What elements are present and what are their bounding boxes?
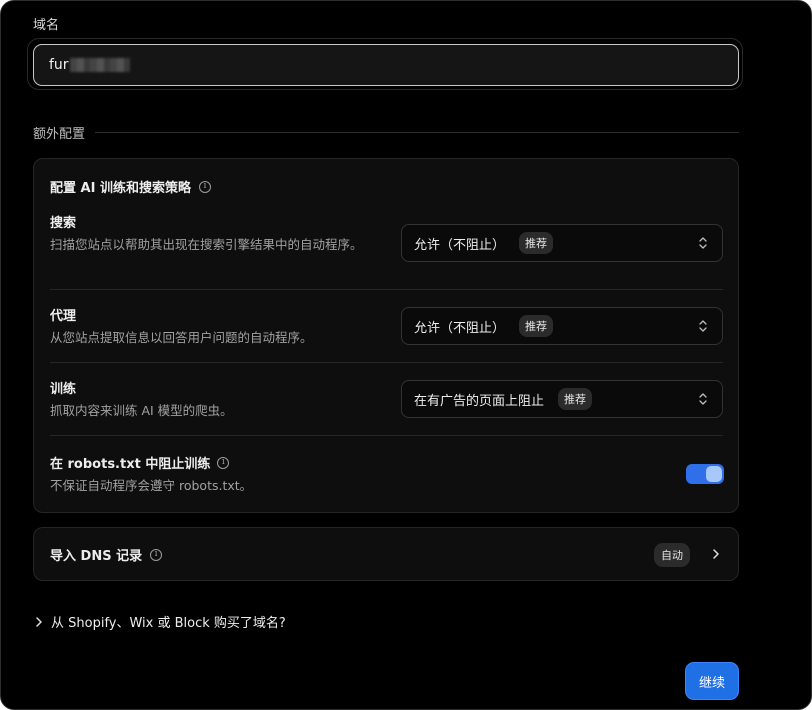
robots-row-desc: 不保证自动程序会遵守 robots.txt。	[50, 478, 253, 493]
extra-config-title: 额外配置	[33, 127, 86, 142]
robots-block-toggle[interactable]	[686, 464, 724, 484]
domain-input-value: fur	[49, 57, 69, 73]
search-policy-select[interactable]: 允许（不阻止） 推荐	[401, 224, 723, 262]
select-value: 允许（不阻止）	[414, 237, 506, 253]
auto-badge: 自动	[654, 543, 690, 567]
chevron-up-down-icon	[699, 320, 707, 332]
row-divider	[50, 289, 723, 290]
recommended-badge: 推荐	[519, 315, 554, 337]
domain-label: 域名	[33, 18, 60, 33]
info-icon[interactable]: i	[217, 456, 230, 469]
row-divider	[50, 362, 723, 363]
select-value: 允许（不阻止）	[414, 320, 506, 336]
import-dns-text: 导入 DNS 记录	[50, 549, 143, 564]
recommended-badge: 推荐	[519, 232, 554, 254]
recommended-badge: 推荐	[558, 388, 593, 410]
chevron-up-down-icon	[699, 393, 707, 405]
shopify-link-text: 从 Shopify、Wix 或 Block 购买了域名?	[51, 616, 286, 631]
ai-policy-title-text: 配置 AI 训练和搜索策略	[50, 181, 191, 196]
section-divider	[95, 132, 739, 133]
info-icon[interactable]: i	[150, 548, 163, 561]
shopify-disclosure[interactable]: 从 Shopify、Wix 或 Block 购买了域名?	[35, 612, 286, 631]
chevron-right-icon[interactable]	[711, 547, 721, 561]
robots-row-name: 在 robots.txt 中阻止训练 i	[50, 453, 230, 472]
extra-config-header: 额外配置	[33, 123, 739, 142]
toggle-knob	[706, 466, 722, 482]
import-dns-label: 导入 DNS 记录 i	[50, 545, 163, 564]
policy-row-name: 训练	[50, 382, 77, 397]
import-dns-card[interactable]: 导入 DNS 记录 i 自动	[33, 527, 739, 581]
chevron-up-down-icon	[699, 237, 707, 249]
info-icon[interactable]: i	[198, 180, 211, 193]
dialog-window: 域名 fur 额外配置 配置 AI 训练和搜索策略 i 搜索 扫描您站点以帮助其…	[0, 0, 812, 710]
agent-policy-select[interactable]: 允许（不阻止） 推荐	[401, 307, 723, 345]
continue-button[interactable]: 继续	[685, 662, 739, 700]
robots-row-name-text: 在 robots.txt 中阻止训练	[50, 457, 211, 472]
ai-policy-title: 配置 AI 训练和搜索策略 i	[50, 177, 211, 196]
policy-row-desc: 扫描您站点以帮助其出现在搜索引擎结果中的自动程序。	[50, 237, 363, 252]
policy-row-name: 代理	[50, 309, 77, 324]
select-value: 在有广告的页面上阻止	[414, 393, 545, 409]
ai-policy-card: 配置 AI 训练和搜索策略 i 搜索 扫描您站点以帮助其出现在搜索引擎结果中的自…	[33, 158, 739, 513]
domain-input[interactable]: fur	[33, 44, 739, 86]
policy-row-name: 搜索	[50, 216, 77, 231]
redacted-text	[69, 58, 130, 72]
row-divider	[50, 435, 723, 436]
chevron-right-icon	[36, 616, 42, 627]
policy-row-robots: 在 robots.txt 中阻止训练 i 不保证自动程序会遵守 robots.t…	[50, 453, 723, 493]
training-policy-select[interactable]: 在有广告的页面上阻止 推荐	[401, 380, 723, 418]
